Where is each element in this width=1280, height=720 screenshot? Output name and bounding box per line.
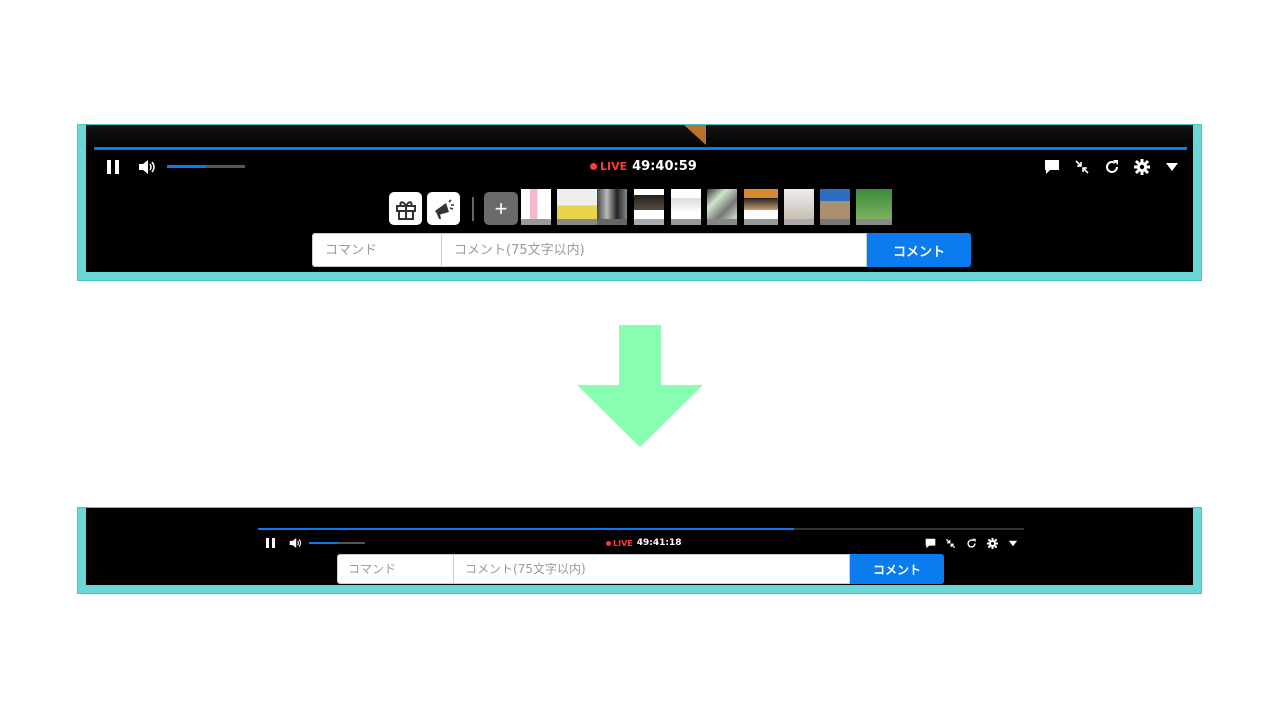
live-status: LIVE 49:40:59 (590, 156, 697, 176)
stamp-item[interactable] (856, 189, 892, 225)
live-label: LIVE (600, 159, 628, 173)
player-after-frame: LIVE 49:41:18 コメント (77, 507, 1202, 594)
player-after: LIVE 49:41:18 コメント (86, 508, 1193, 585)
stamp-item[interactable] (597, 189, 627, 225)
comment-input[interactable] (454, 554, 850, 584)
stamp-item[interactable] (707, 189, 737, 225)
toolbar-divider (472, 197, 474, 221)
add-stamp-button[interactable]: + (484, 192, 518, 225)
gear-icon[interactable] (1132, 158, 1152, 176)
megaphone-icon (431, 196, 456, 221)
volume-slider[interactable] (167, 165, 245, 168)
volume-icon[interactable] (288, 536, 302, 550)
stamp-item[interactable] (634, 189, 664, 225)
pause-icon[interactable] (103, 158, 123, 176)
stamp-item[interactable] (557, 189, 597, 225)
live-label: LIVE (613, 538, 633, 548)
elapsed-time: 49:40:59 (632, 158, 697, 174)
stamp-item[interactable] (820, 189, 850, 225)
elapsed-time: 49:41:18 (636, 538, 682, 548)
volume-level (309, 542, 337, 544)
volume-level (167, 165, 206, 168)
caret-down-icon[interactable] (1006, 536, 1020, 550)
shrink-icon[interactable] (1072, 158, 1092, 176)
pause-icon[interactable] (263, 536, 277, 550)
comment-input[interactable] (442, 233, 867, 267)
reload-icon[interactable] (964, 536, 978, 550)
player-before: LIVE 49:40:59 + コマンド コメント(75文字以内) コメント (86, 125, 1193, 272)
volume-icon[interactable] (137, 158, 157, 176)
comment-submit-button[interactable]: コメント (867, 233, 971, 267)
seek-bar[interactable] (94, 147, 1187, 150)
comment-form: コメント (337, 554, 944, 584)
live-status: LIVE 49:41:18 (606, 536, 682, 550)
stamp-item[interactable] (671, 189, 701, 225)
shrink-icon[interactable] (943, 536, 957, 550)
live-dot-icon (590, 162, 597, 170)
volume-slider[interactable] (309, 542, 365, 544)
reload-icon[interactable] (1102, 158, 1122, 176)
seek-progress (258, 528, 795, 530)
announce-button[interactable] (427, 192, 460, 225)
seek-bar[interactable] (258, 528, 1024, 530)
video-area[interactable] (86, 125, 1193, 147)
comment-icon[interactable] (1042, 158, 1062, 176)
gift-icon (393, 196, 418, 221)
arrow-head (577, 385, 703, 447)
stamp-item[interactable] (784, 189, 814, 225)
live-dot-icon (606, 540, 611, 546)
comment-icon[interactable] (923, 536, 937, 550)
comment-form: コメント (312, 233, 971, 267)
control-bar: LIVE 49:40:59 (86, 155, 1193, 179)
command-input[interactable] (337, 554, 454, 584)
stamp-item[interactable] (521, 189, 551, 225)
caret-down-icon[interactable] (1162, 158, 1182, 176)
gift-button[interactable] (389, 192, 422, 225)
comment-submit-button[interactable]: コメント (850, 554, 944, 584)
arrow-down-icon (619, 325, 661, 385)
stamp-item[interactable] (744, 189, 778, 225)
video-content (684, 125, 706, 145)
gear-icon[interactable] (985, 536, 999, 550)
command-input[interactable] (312, 233, 442, 267)
player-before-frame: LIVE 49:40:59 + コマンド コメント(75文字以内) コメント (77, 124, 1202, 281)
